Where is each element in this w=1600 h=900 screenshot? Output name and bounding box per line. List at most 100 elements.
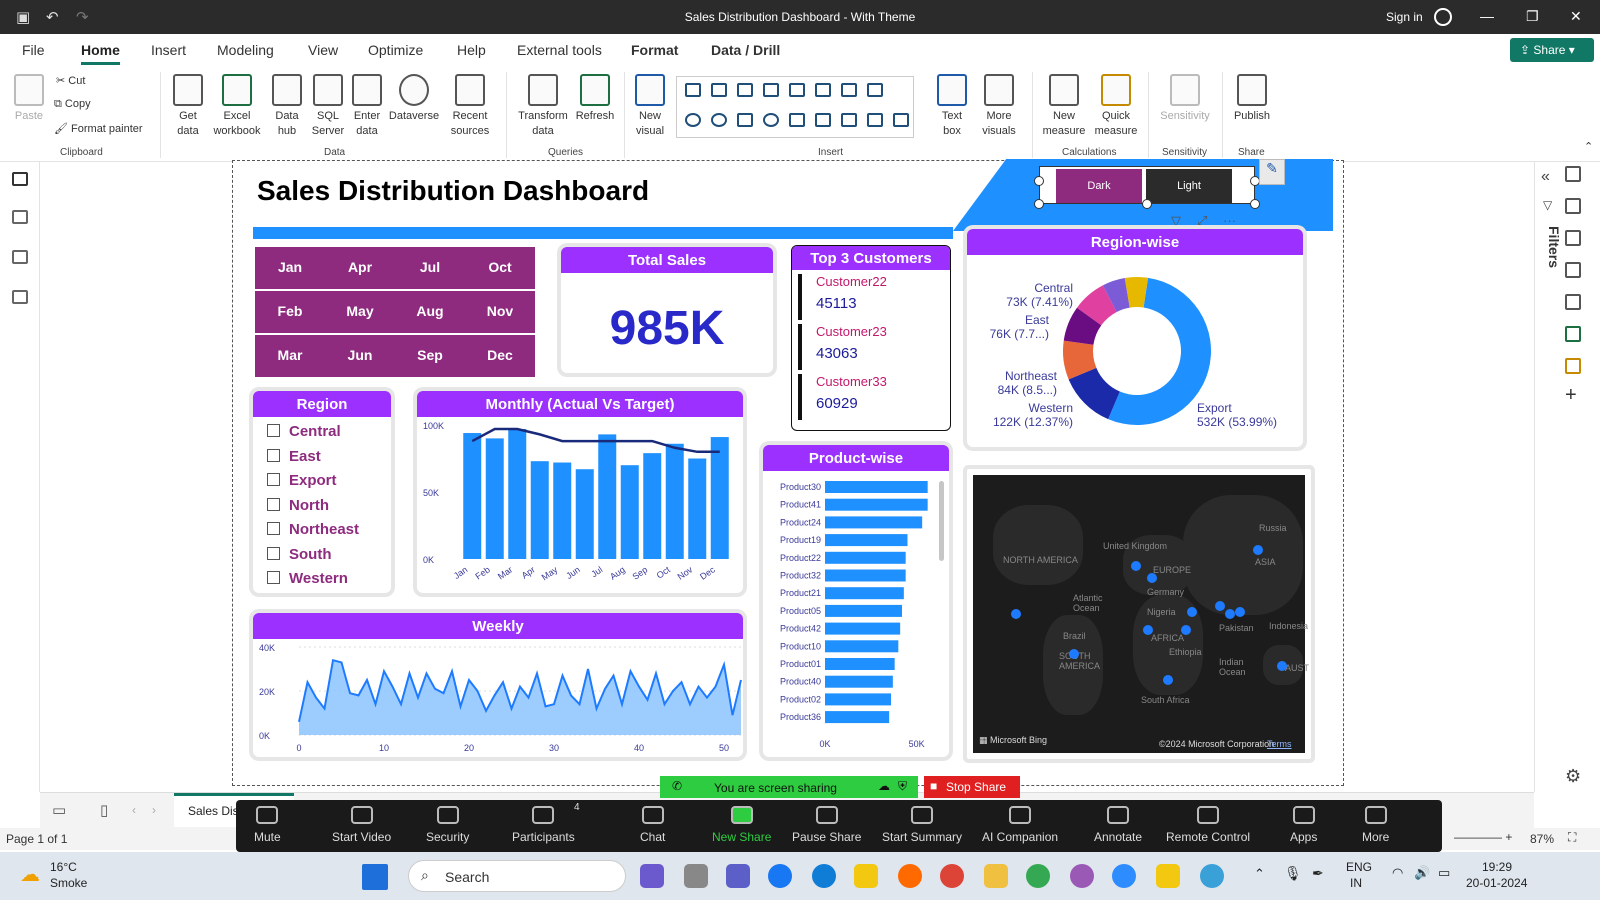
resize-handle[interactable] bbox=[1034, 176, 1044, 186]
stacked-column-icon[interactable] bbox=[711, 83, 727, 97]
next-page-icon[interactable]: › bbox=[152, 803, 156, 817]
clock-time[interactable]: 19:29 bbox=[1482, 860, 1512, 874]
tab-help[interactable]: Help bbox=[457, 42, 486, 58]
more-options-icon[interactable]: ··· bbox=[1223, 213, 1236, 228]
month-button-may[interactable]: May bbox=[325, 291, 395, 333]
world-map[interactable]: NORTH AMERICA EUROPE ASIA AFRICA SOUTH A… bbox=[973, 475, 1309, 753]
dark-theme-button[interactable]: Dark bbox=[1056, 169, 1142, 203]
resize-handle[interactable] bbox=[1034, 199, 1044, 209]
monthly-chart-card[interactable]: Monthly (Actual Vs Target) 0K 50K 100K Jan F… bbox=[417, 391, 743, 593]
chrome-profile-icon[interactable] bbox=[1026, 864, 1050, 888]
month-button-sep[interactable]: Sep bbox=[395, 335, 465, 377]
new-visual-button[interactable]: New visual bbox=[630, 74, 670, 139]
month-button-jun[interactable]: Jun bbox=[325, 335, 395, 377]
chrome-profile-icon[interactable] bbox=[1070, 864, 1094, 888]
tab-view[interactable]: View bbox=[308, 42, 338, 58]
enter-data-button[interactable]: Enter data bbox=[350, 74, 384, 139]
stop-share-button[interactable]: ■ Stop Share bbox=[924, 776, 1020, 798]
ribbon-chart-icon[interactable] bbox=[789, 83, 805, 97]
focus-mode-icon[interactable]: ⤢ bbox=[1197, 213, 1207, 229]
account-icon[interactable] bbox=[1434, 8, 1452, 26]
sign-in-link[interactable]: Sign in bbox=[1386, 10, 1423, 24]
donut-chart-icon[interactable] bbox=[711, 113, 727, 127]
dataverse-button[interactable]: Dataverse bbox=[386, 74, 442, 124]
zoom-app-icon[interactable] bbox=[1112, 864, 1136, 888]
monthly-bar-chart[interactable]: 0K 50K 100K Jan Feb Mar Apr May Jun Jul Aug Sep Oct N… bbox=[417, 417, 743, 593]
tab-external-tools[interactable]: External tools bbox=[517, 42, 602, 58]
slicer-icon[interactable] bbox=[867, 83, 883, 97]
filter-icon[interactable]: ▽ bbox=[1543, 198, 1552, 212]
tab-modeling[interactable]: Modeling bbox=[217, 42, 274, 58]
taskbar-search[interactable]: ⌕ Search bbox=[408, 860, 626, 892]
checkbox[interactable] bbox=[267, 497, 280, 511]
filters-pane-label[interactable]: Filters bbox=[1546, 226, 1562, 268]
treemap-icon[interactable] bbox=[737, 113, 753, 127]
weekly-chart-card[interactable]: Weekly 0K 20K 40K 0 10 20 30 40 50 bbox=[253, 613, 743, 757]
checkbox[interactable] bbox=[267, 424, 280, 437]
zoom-more-button[interactable]: More bbox=[1362, 806, 1389, 844]
transform-data-button[interactable]: Transform data bbox=[514, 74, 572, 139]
zoom-start-video-button[interactable]: Start Video bbox=[332, 806, 391, 844]
region-option-export[interactable]: Export bbox=[267, 472, 337, 489]
wifi-icon[interactable]: ◠ bbox=[1392, 865, 1403, 881]
close-icon[interactable]: ✕ bbox=[1570, 8, 1582, 25]
chrome-icon[interactable] bbox=[940, 864, 964, 888]
desktop-layout-icon[interactable]: ▭ bbox=[52, 801, 66, 819]
edge-icon[interactable] bbox=[812, 864, 836, 888]
clock-date[interactable]: 20-01-2024 bbox=[1466, 876, 1527, 890]
checkbox[interactable] bbox=[267, 448, 280, 462]
tab-file[interactable]: File bbox=[22, 42, 45, 58]
multi-row-card-icon[interactable] bbox=[841, 113, 857, 127]
month-button-apr[interactable]: Apr bbox=[325, 247, 395, 289]
format-brush-icon[interactable]: ✎ bbox=[1259, 159, 1285, 185]
selection-pane-icon[interactable] bbox=[1565, 358, 1581, 374]
checkbox[interactable] bbox=[267, 473, 280, 486]
bookmarks-pane-icon[interactable] bbox=[1565, 294, 1581, 310]
data-hub-button[interactable]: Data hub bbox=[268, 74, 306, 139]
region-option-north[interactable]: North bbox=[267, 497, 329, 514]
zoom-new-share-button[interactable]: New Share bbox=[712, 806, 771, 844]
quick-measure-button[interactable]: Quick measure bbox=[1090, 74, 1142, 139]
table-visual-icon[interactable] bbox=[867, 113, 883, 127]
area-chart-icon[interactable] bbox=[841, 83, 857, 97]
recent-sources-button[interactable]: Recent sources bbox=[444, 74, 496, 139]
firefox-icon[interactable] bbox=[898, 864, 922, 888]
map-card[interactable]: NORTH AMERICA EUROPE ASIA AFRICA SOUTH A… bbox=[967, 469, 1311, 759]
weekly-area-chart[interactable]: 0K 20K 40K 0 10 20 30 40 50 bbox=[253, 639, 743, 757]
more-visuals-button[interactable]: More visuals bbox=[976, 74, 1022, 139]
product-chart-card[interactable]: Product-wise Product30 Product41 Product24… bbox=[763, 445, 949, 757]
sticky-notes-icon[interactable] bbox=[854, 864, 878, 888]
map-terms-link[interactable]: Terms bbox=[1267, 739, 1292, 749]
microphone-icon[interactable]: 🎙 bbox=[1284, 865, 1302, 882]
zoom-participants-button[interactable]: Participants bbox=[512, 806, 575, 844]
checkbox[interactable] bbox=[267, 571, 280, 584]
sql-server-button[interactable]: SQL Server bbox=[308, 74, 348, 139]
maps-icon[interactable] bbox=[1200, 864, 1224, 888]
new-measure-button[interactable]: New measure bbox=[1040, 74, 1088, 139]
restore-icon[interactable]: ❐ bbox=[1526, 8, 1539, 25]
mobile-layout-icon[interactable]: ▯ bbox=[100, 801, 108, 819]
zoom-apps-button[interactable]: Apps bbox=[1290, 806, 1317, 844]
data-pane-icon[interactable] bbox=[1565, 166, 1581, 182]
excel-workbook-button[interactable]: Excel workbook bbox=[210, 74, 264, 139]
region-option-south[interactable]: South bbox=[267, 546, 332, 563]
pie-chart-icon[interactable] bbox=[685, 113, 701, 127]
report-view-icon[interactable] bbox=[12, 172, 28, 186]
tab-insert[interactable]: Insert bbox=[151, 42, 186, 58]
cut-button[interactable]: ✂ Cut bbox=[56, 74, 85, 87]
zoom-remote-control-button[interactable]: Remote Control bbox=[1166, 806, 1250, 844]
checkbox[interactable] bbox=[267, 546, 280, 560]
gauge-icon[interactable] bbox=[789, 113, 805, 127]
teams-icon[interactable] bbox=[726, 864, 750, 888]
zoom-mute-button[interactable]: Mute bbox=[254, 806, 281, 844]
visualizations-pane-icon[interactable] bbox=[1565, 198, 1581, 214]
share-button[interactable]: ⇪ Share ▾ bbox=[1510, 38, 1594, 62]
zoom-pause-share-button[interactable]: Pause Share bbox=[792, 806, 861, 844]
region-option-east[interactable]: East bbox=[267, 448, 321, 465]
facebook-icon[interactable] bbox=[768, 864, 792, 888]
month-button-jan[interactable]: Jan bbox=[255, 247, 325, 289]
matrix-icon[interactable] bbox=[893, 113, 909, 127]
show-hidden-icons[interactable]: ⌃ bbox=[1254, 866, 1265, 882]
volume-icon[interactable]: 🔊 bbox=[1414, 865, 1430, 881]
expand-filters-icon[interactable]: « bbox=[1541, 168, 1550, 186]
